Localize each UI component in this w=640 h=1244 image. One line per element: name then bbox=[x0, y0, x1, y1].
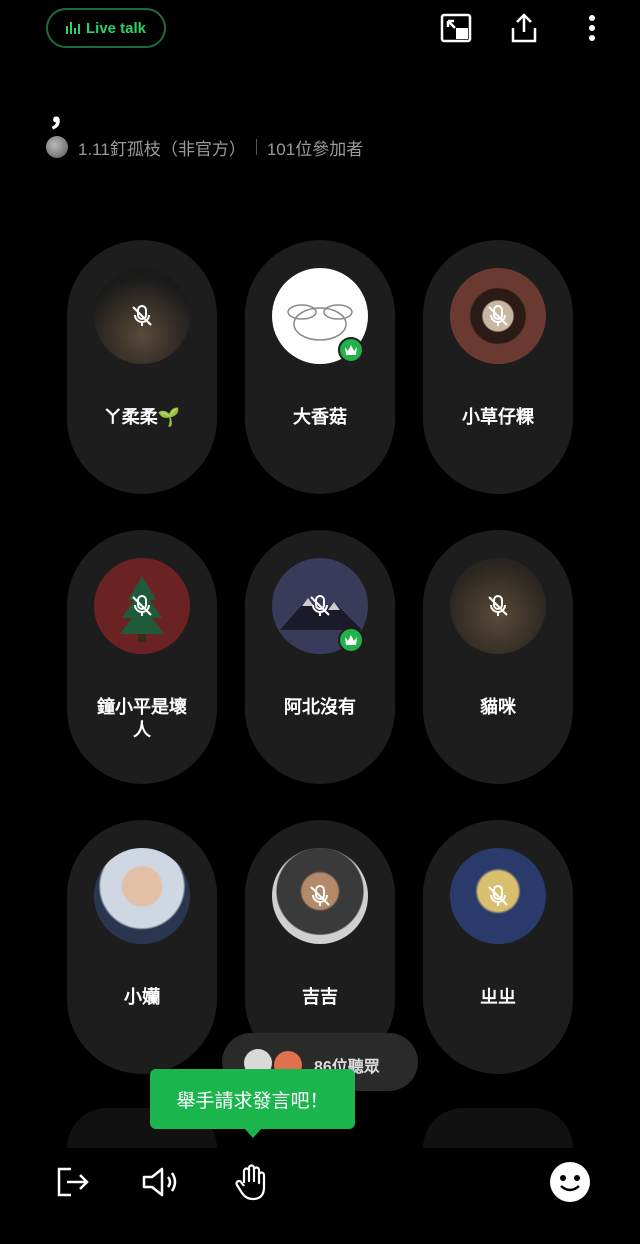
divider bbox=[255, 139, 257, 155]
speaker-name: 阿北沒有 bbox=[284, 697, 356, 717]
live-talk-label: Live talk bbox=[85, 19, 147, 37]
speaker-name: 小草仔粿 bbox=[462, 407, 534, 427]
host-name[interactable]: 1.11釘孤枝（非官方） bbox=[78, 135, 246, 160]
speaker-name: 小孏 bbox=[124, 987, 160, 1007]
pip-icon[interactable] bbox=[438, 10, 474, 46]
raise-hand-icon[interactable] bbox=[230, 1160, 274, 1204]
speaker-card[interactable]: 阿北沒有 bbox=[245, 530, 395, 784]
speaker-card[interactable]: 大香菇 bbox=[245, 240, 395, 494]
speaker-name: ㄓㄓ bbox=[480, 987, 516, 1007]
room-info: 1.11釘孤枝（非官方） 101位參加者 bbox=[46, 134, 363, 160]
speaker-card[interactable]: 小孏 bbox=[67, 820, 217, 1074]
speaker-card-peek bbox=[423, 1108, 573, 1148]
speaker-name: 貓咪 bbox=[480, 697, 516, 717]
admin-crown-icon bbox=[338, 337, 364, 363]
speaker-card[interactable]: ㄓㄓ bbox=[423, 820, 573, 1074]
speaker-card[interactable]: ㄚ柔柔🌱 bbox=[67, 240, 217, 494]
audio-bars-icon bbox=[65, 22, 80, 34]
mic-muted-icon bbox=[132, 305, 152, 326]
mic-muted-icon bbox=[488, 595, 508, 616]
exit-icon[interactable] bbox=[50, 1160, 94, 1204]
mic-muted-icon bbox=[132, 595, 152, 616]
mic-muted-icon bbox=[310, 885, 330, 906]
tooltip-arrow bbox=[244, 1128, 262, 1138]
mic-muted-icon bbox=[488, 885, 508, 906]
speaker-card[interactable]: 小草仔粿 bbox=[423, 240, 573, 494]
speaker-icon[interactable] bbox=[138, 1160, 182, 1204]
speaker-name: 吉吉 bbox=[302, 987, 338, 1007]
room-title: ， bbox=[48, 95, 82, 133]
speaker-card[interactable]: 貓咪 bbox=[423, 530, 573, 784]
host-avatar[interactable] bbox=[46, 136, 68, 158]
more-icon[interactable] bbox=[574, 10, 610, 46]
mic-muted-icon bbox=[310, 595, 330, 616]
avatar bbox=[94, 848, 190, 944]
raise-hand-tooltip: 舉手請求發言吧！ bbox=[150, 1069, 355, 1129]
mic-muted-icon bbox=[488, 305, 508, 326]
admin-crown-icon bbox=[338, 627, 364, 653]
share-icon[interactable] bbox=[506, 10, 542, 46]
live-talk-badge: Live talk bbox=[46, 8, 166, 48]
speaker-name: ㄚ柔柔🌱 bbox=[103, 407, 181, 427]
speaker-name: 鐘小平是壞人 bbox=[97, 697, 187, 740]
participant-count[interactable]: 101位參加者 bbox=[267, 135, 363, 160]
speaker-card[interactable]: 鐘小平是壞人 bbox=[67, 530, 217, 784]
emoji-icon[interactable] bbox=[548, 1160, 592, 1204]
speaker-name: 大香菇 bbox=[293, 407, 347, 427]
